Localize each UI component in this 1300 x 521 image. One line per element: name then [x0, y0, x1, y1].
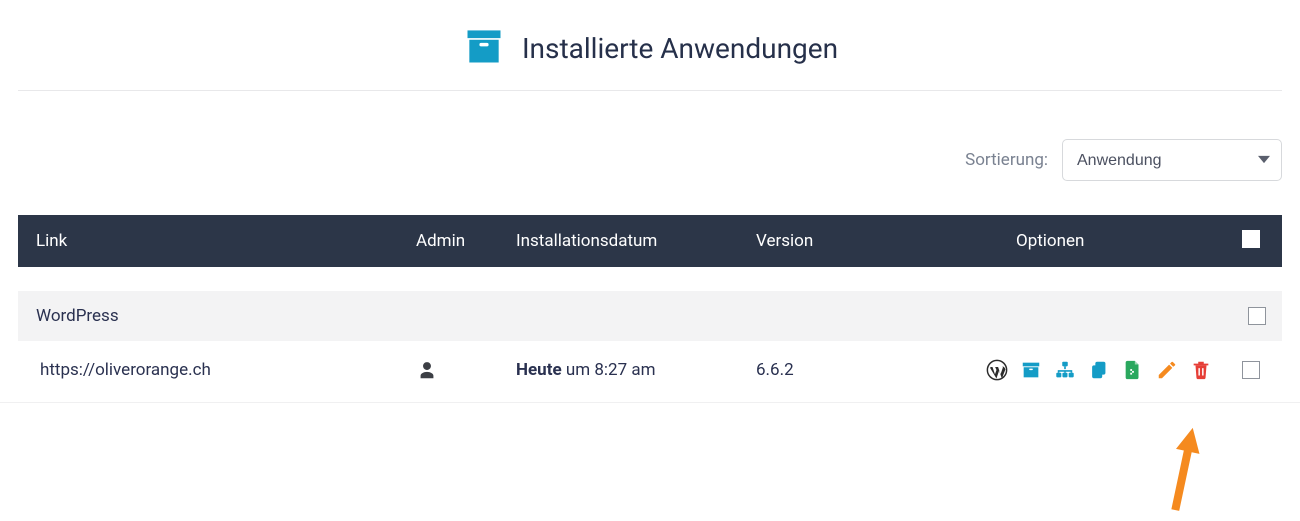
date-relative: Heute	[516, 360, 562, 380]
select-all-checkbox[interactable]	[1242, 230, 1260, 248]
wordpress-icon[interactable]	[986, 359, 1008, 381]
cell-install-date: Heute um 8:27 am	[516, 360, 756, 380]
footer-area	[0, 402, 1300, 492]
col-options: Optionen	[1016, 231, 1216, 251]
sort-select[interactable]: Anwendung	[1062, 139, 1282, 181]
cell-link: https://oliverorange.ch	[36, 360, 416, 380]
group-checkbox[interactable]	[1248, 307, 1266, 325]
sitemap-icon[interactable]	[1054, 359, 1076, 381]
page-title: Installierte Anwendungen	[522, 32, 838, 65]
cell-admin	[416, 359, 516, 381]
trash-icon[interactable]	[1190, 359, 1212, 381]
group-name: WordPress	[36, 306, 1222, 326]
copy-icon[interactable]	[1088, 359, 1110, 381]
row-checkbox[interactable]	[1242, 361, 1260, 379]
col-version: Version	[756, 231, 1016, 251]
sort-label: Sortierung:	[965, 150, 1048, 170]
cell-version: 6.6.2	[756, 360, 1016, 380]
col-link: Link	[36, 231, 416, 251]
archive-box-icon	[462, 24, 506, 72]
date-time: um 8:27 am	[562, 360, 656, 380]
file-zip-icon[interactable]	[1122, 359, 1144, 381]
group-row-wordpress: WordPress	[18, 291, 1282, 341]
site-link[interactable]: https://oliverorange.ch	[40, 360, 211, 380]
edit-pencil-icon[interactable]	[1156, 359, 1178, 381]
cell-options	[1016, 359, 1216, 381]
page-header: Installierte Anwendungen	[18, 0, 1282, 90]
col-install-date: Installationsdatum	[516, 231, 756, 251]
annotation-arrow-icon	[1160, 421, 1208, 521]
table-header-row: Link Admin Installationsdatum Version Op…	[18, 215, 1282, 267]
admin-login-button[interactable]	[416, 359, 438, 381]
installed-apps-table: Link Admin Installationsdatum Version Op…	[18, 215, 1282, 400]
table-row: https://oliverorange.ch Heute um 8:27 am…	[18, 341, 1282, 400]
divider	[18, 90, 1282, 91]
package-icon[interactable]	[1020, 359, 1042, 381]
sort-controls: Sortierung: Anwendung	[18, 105, 1282, 215]
col-admin: Admin	[416, 231, 516, 251]
